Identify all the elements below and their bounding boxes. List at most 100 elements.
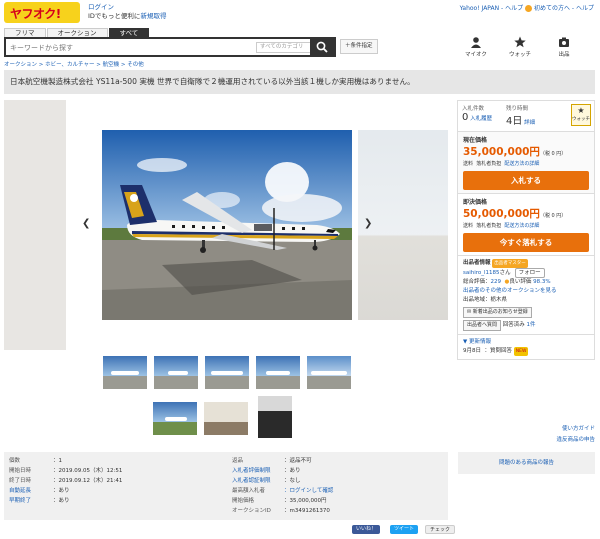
search-icon <box>316 41 328 53</box>
ask-seller-button[interactable]: 出品者へ質問 <box>463 320 502 331</box>
answered-label: 回答済み <box>502 322 525 328</box>
good-rating[interactable]: 98.3% <box>533 279 550 285</box>
category-select[interactable]: すべてのカテゴリ <box>256 42 312 53</box>
bid-count-label: 入札件数 <box>462 106 485 112</box>
prev-arrow-icon[interactable]: ❮ <box>82 218 90 229</box>
shipping-label: 送料 <box>463 161 474 167</box>
my-auction-button[interactable]: マイオク <box>454 36 498 58</box>
current-price-label: 現在価格 <box>463 137 488 144</box>
seller-other-auctions-link[interactable]: 出品者のその他のオークションを見る <box>463 287 589 296</box>
total-rating-label: 総合評価： <box>463 279 491 285</box>
seller-master-badge: 出品者マスター <box>492 259 528 268</box>
watch-list-button[interactable]: ウォッチ <box>498 36 542 58</box>
watch-button[interactable]: ★ ウォッチ <box>571 104 591 126</box>
update-history-title[interactable]: ▼ 更新情報 <box>463 338 589 347</box>
report-link[interactable]: 問題のある商品の報告 <box>499 460 554 466</box>
info-value: ：あり <box>284 468 301 474</box>
info-value: ：35,000,000円 <box>284 498 327 504</box>
auto-extend-link[interactable]: 自動延長 <box>9 486 53 496</box>
thumbnail-2[interactable] <box>154 356 198 389</box>
bid-count: 入札件数 0 入札履歴 <box>462 104 492 123</box>
next-arrow-icon[interactable]: ❯ <box>364 218 372 229</box>
beginner-link[interactable]: 初めての方へ <box>534 5 570 12</box>
seller-info: 出品者情報 出品者マスター saihiro_l1185さん フォロー 総合評価：2… <box>457 256 595 335</box>
bid-panel: 入札件数 0 入札履歴 残り時間 4日 詳細 ★ ウォッチ 現在価格 35,00… <box>457 100 595 360</box>
info-value: ：なし <box>284 478 301 484</box>
bid-history-link[interactable]: 入札履歴 <box>470 116 492 122</box>
tab-flea[interactable]: フリマ <box>4 28 46 37</box>
seller-area: 出品地域：栃木県 <box>463 297 508 303</box>
info-key: 開始日時 <box>9 468 32 474</box>
yahuoku-logo[interactable]: ヤフオク! <box>4 2 80 23</box>
login-to-check-link[interactable]: ：ログインして確認 <box>284 488 333 494</box>
auction-stats: 入札件数 0 入札履歴 残り時間 4日 詳細 ★ ウォッチ <box>457 100 595 132</box>
login-link[interactable]: ログイン <box>88 3 114 11</box>
breadcrumb[interactable]: オークション > ホビー、カルチャー > 航空機 > その他 <box>4 60 144 68</box>
bidder-rating-limit-link[interactable]: 入札者評価制限 <box>232 466 284 476</box>
hatena-check-button[interactable]: チェック <box>425 525 456 534</box>
buynow-label: 即決価格 <box>463 199 488 206</box>
prev-image-preview[interactable] <box>4 100 66 350</box>
info-value: ：あり <box>53 488 70 494</box>
buynow-shipping-link[interactable]: 配送方法の詳細 <box>504 223 539 229</box>
early-end-link[interactable]: 早期終了 <box>9 496 53 506</box>
image-gallery: ❮ ❯ <box>4 100 448 350</box>
item-info-table: 個数 ：1 開始日時 ：2019.09.05（木）12:51 終了日時 ：2019.0… <box>4 452 448 520</box>
follow-button[interactable]: フォロー <box>514 268 545 278</box>
update-history-label: 更新情報 <box>468 339 491 345</box>
thumbnail-8[interactable] <box>258 396 292 438</box>
help-links: 使い方ガイド 違反商品の申告 <box>556 424 595 446</box>
bid-button[interactable]: 入札する <box>463 171 589 190</box>
info-key: 個数 <box>9 458 21 464</box>
title-bar: 日本航空機製造株式会社 YS11a-500 実機 世界で自衛隊で２機運用されてい… <box>4 70 595 94</box>
info-value: ：1 <box>53 458 62 464</box>
sell-button[interactable]: 出品 <box>542 36 586 58</box>
my-auction-label: マイオク <box>465 52 487 58</box>
login-sub-text: IDでもっと便利に <box>88 12 141 20</box>
yahoo-top-link[interactable]: Yahoo! JAPAN <box>460 5 500 12</box>
notify-new-listing-button[interactable]: ✉ 新着出品のお知らせ登録 <box>463 307 532 318</box>
violation-report-link[interactable]: 違反商品の申告 <box>556 435 595 446</box>
thumbnail-6[interactable] <box>153 402 197 435</box>
info-key: 終了日時 <box>9 478 32 484</box>
info-value: ：あり <box>53 498 70 504</box>
seller-suffix: さん <box>499 270 511 276</box>
help-link[interactable]: ヘルプ <box>505 5 523 12</box>
auction-id: ：m3491261370 <box>284 508 330 514</box>
header: ヤフオク! ログイン IDでもっと便利に新規取得 Yahoo! JAPAN - … <box>0 0 600 26</box>
buynow-price: 50,000,000円 <box>463 208 540 220</box>
main-photo[interactable] <box>102 130 352 320</box>
search-conditions-button[interactable]: ＋条件指定 <box>340 39 378 54</box>
shipping-detail-link[interactable]: 配送方法の詳細 <box>504 161 539 167</box>
search-input[interactable] <box>10 41 250 54</box>
total-rating[interactable]: 229 <box>491 279 502 285</box>
tab-all[interactable]: すべて <box>108 28 150 37</box>
tweet-button[interactable]: ツイート <box>390 525 419 534</box>
register-link[interactable]: 新規取得 <box>140 12 166 20</box>
time-left: 残り時間 4日 詳細 <box>506 104 535 127</box>
thumbnail-5[interactable] <box>307 356 351 389</box>
new-badge: NEW <box>513 347 529 356</box>
facebook-like-button[interactable]: いいね！ <box>352 525 381 534</box>
search-button[interactable] <box>310 39 334 55</box>
seller-info-title: 出品者情報 <box>463 260 491 266</box>
buy-now-button[interactable]: 今すぐ落札する <box>463 233 589 252</box>
search-box: すべてのカテゴリ <box>4 37 336 57</box>
guide-link[interactable]: 使い方ガイド <box>556 424 595 435</box>
thumbnail-7[interactable] <box>204 402 248 435</box>
header-icons: マイオク ウォッチ 出品 <box>454 36 586 58</box>
thumbnail-1[interactable] <box>103 356 147 389</box>
thumbnail-3[interactable] <box>205 356 249 389</box>
buynow-price-box: 即決価格 50,000,000円（税 0 円） 送料 落札者負担 配送方法の詳細… <box>457 194 595 256</box>
thumbnail-4[interactable] <box>256 356 300 389</box>
tab-auction[interactable]: オークション <box>46 28 108 37</box>
watch-list-label: ウォッチ <box>508 52 531 58</box>
sell-label: 出品 <box>558 52 570 58</box>
page-title: 日本航空機製造株式会社 YS11a-500 実機 世界で自衛隊で２機運用されてい… <box>10 77 415 86</box>
time-detail-link[interactable]: 詳細 <box>524 120 535 126</box>
answered-count[interactable]: 1件 <box>527 322 536 328</box>
bidder-auth-limit-link[interactable]: 入札者認証制限 <box>232 476 284 486</box>
info-key: 開始価格 <box>232 498 255 504</box>
menu-link[interactable]: ヘルプ <box>576 5 594 12</box>
seller-name[interactable]: saihiro_l1185 <box>463 270 500 276</box>
